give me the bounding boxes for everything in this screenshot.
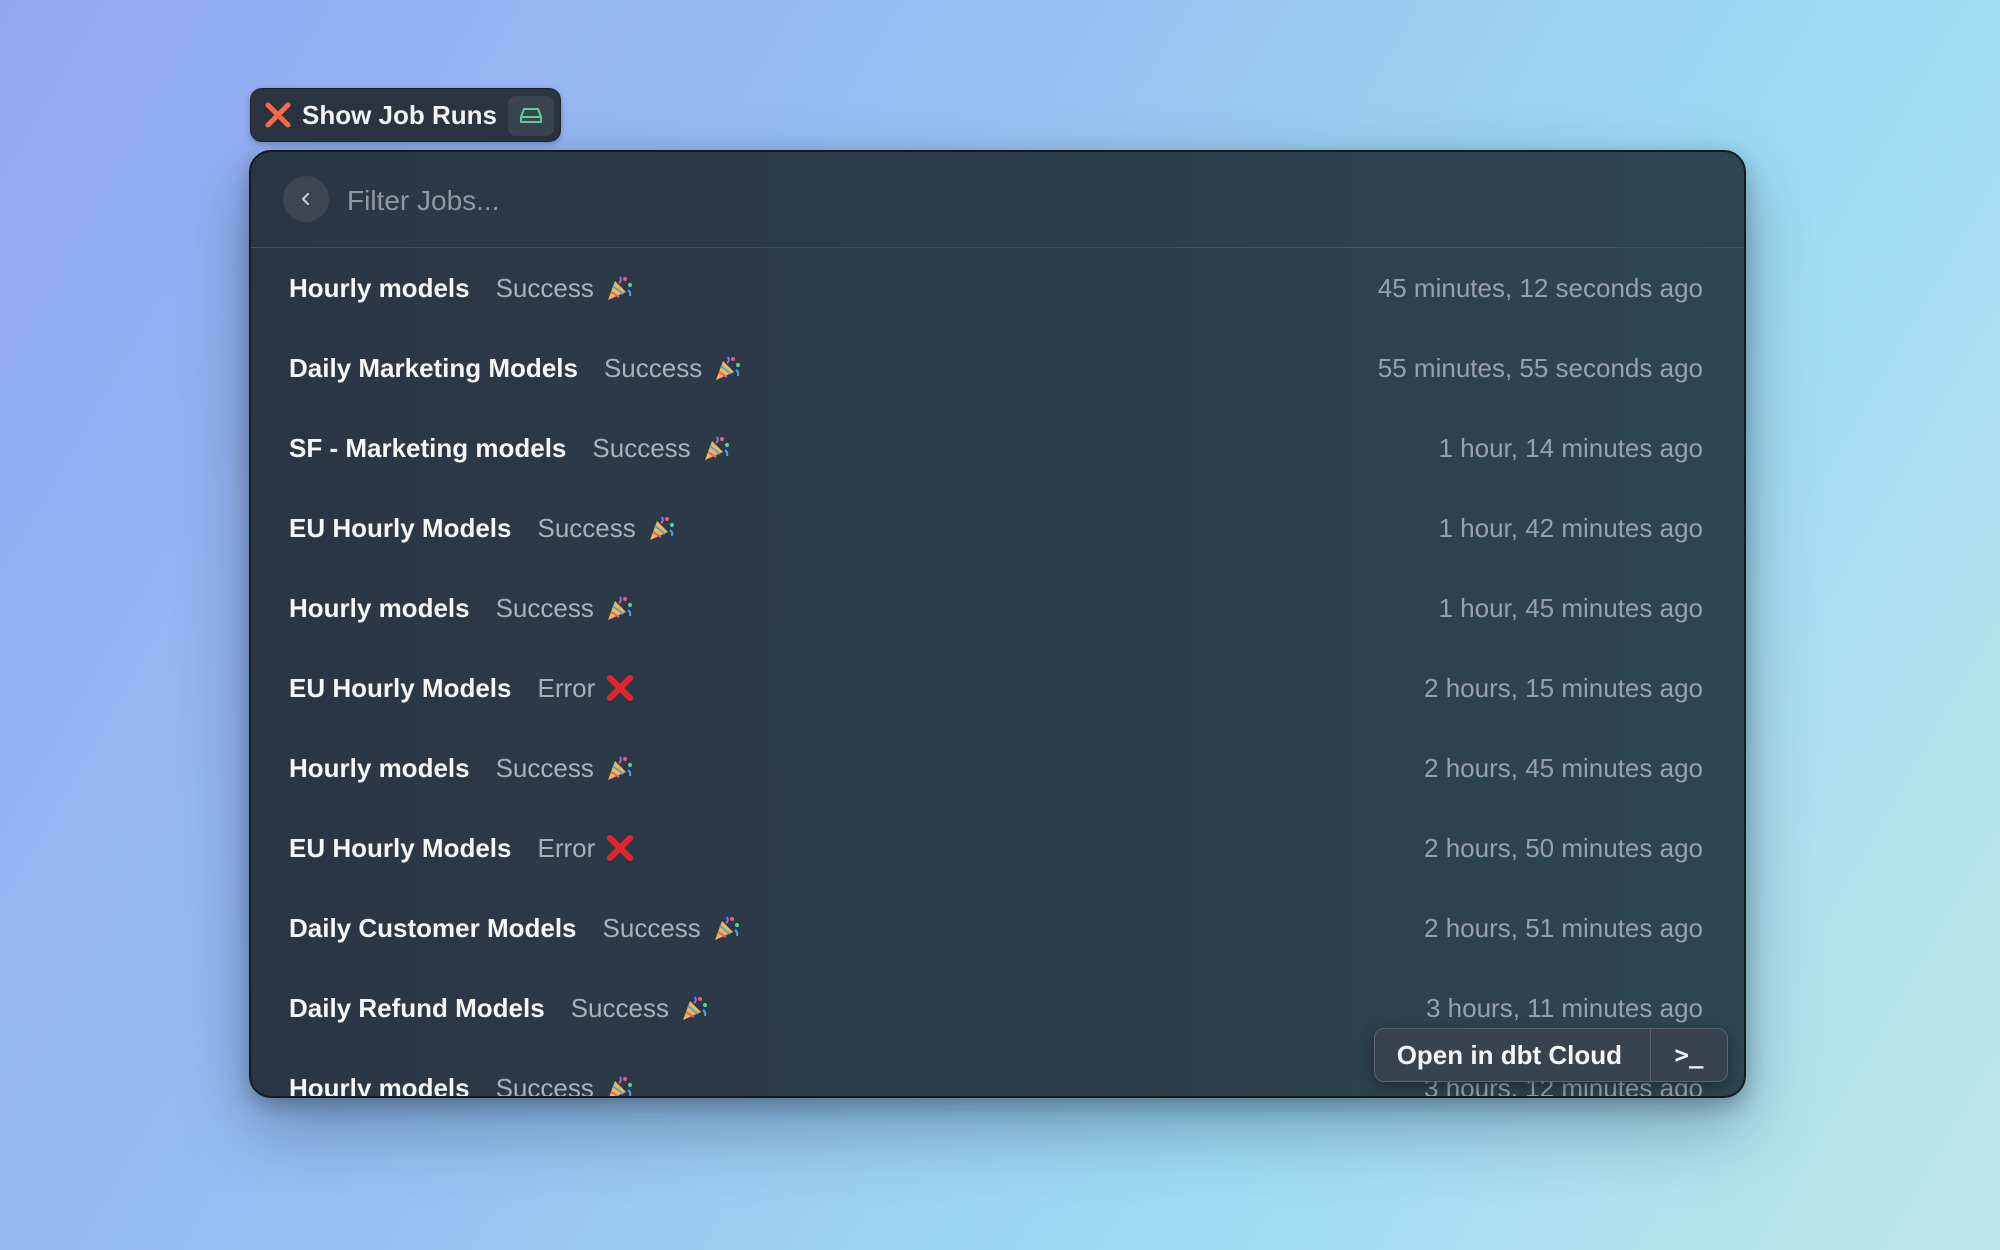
chevron-left-icon (302, 193, 309, 205)
run-time: 2 hours, 51 minutes ago (1424, 912, 1703, 943)
open-in-dbt-cloud-button[interactable]: Open in dbt Cloud (1375, 1029, 1650, 1081)
party-popper-icon (699, 431, 733, 465)
job-name: Daily Refund Models (289, 992, 545, 1023)
job-status: Success (495, 752, 594, 783)
party-popper-icon (709, 911, 743, 945)
red-x-icon (603, 831, 637, 865)
job-run-row[interactable]: EU Hourly Models Error 2 hours, 15 minutes… (251, 648, 1744, 728)
run-time: 55 minutes, 55 seconds ago (1377, 352, 1703, 383)
job-name: EU Hourly Models (289, 832, 512, 863)
job-status: Error (537, 832, 596, 863)
job-status: Success (495, 272, 594, 303)
terminal-icon[interactable]: >_ (1651, 1029, 1727, 1081)
job-name: Hourly models (289, 752, 470, 783)
party-popper-icon (602, 1071, 636, 1096)
job-status: Success (592, 432, 691, 463)
run-time: 1 hour, 42 minutes ago (1438, 512, 1703, 543)
job-status: Success (602, 912, 701, 943)
job-status: Success (495, 1072, 594, 1098)
action-bar: Open in dbt Cloud >_ (1373, 1028, 1728, 1082)
red-x-icon (603, 671, 637, 705)
job-name: Hourly models (289, 592, 470, 623)
job-status: Success (495, 592, 594, 623)
job-status: Success (570, 992, 669, 1023)
job-name: EU Hourly Models (289, 672, 512, 703)
job-runs-window: Hourly models Success 45 minutes, 12 secon… (249, 150, 1746, 1098)
job-name: SF - Marketing models (289, 432, 567, 463)
job-name: Hourly models (289, 1072, 470, 1098)
run-time: 2 hours, 15 minutes ago (1424, 672, 1703, 703)
search-bar (251, 152, 1744, 248)
search-input[interactable] (345, 172, 1649, 230)
job-run-row[interactable]: EU Hourly Models Success 1 hour, 42 minute… (251, 488, 1744, 568)
party-popper-icon (602, 591, 636, 625)
job-run-row[interactable]: SF - Marketing models Success 1 hour, 14 m… (251, 408, 1744, 488)
job-name: Daily Marketing Models (289, 352, 578, 383)
drive-icon (508, 96, 554, 136)
job-name: Hourly models (289, 272, 470, 303)
party-popper-icon (677, 991, 711, 1025)
run-time: 1 hour, 14 minutes ago (1438, 432, 1703, 463)
command-tab[interactable]: Show Job Runs (250, 88, 561, 142)
party-popper-icon (710, 351, 744, 385)
job-status: Success (603, 352, 703, 383)
job-run-row[interactable]: EU Hourly Models Error 2 hours, 50 minutes… (251, 808, 1744, 888)
command-title: Show Job Runs (302, 99, 497, 130)
run-time: 45 minutes, 12 seconds ago (1377, 272, 1703, 303)
job-run-row[interactable]: Hourly models Success 1 hour, 45 minutes a… (251, 568, 1744, 648)
party-popper-icon (602, 271, 636, 305)
run-time: 1 hour, 45 minutes ago (1438, 592, 1703, 623)
job-run-row[interactable]: Hourly models Success 2 hours, 45 minutes … (251, 728, 1744, 808)
back-button[interactable] (283, 176, 329, 222)
run-time: 2 hours, 50 minutes ago (1424, 832, 1703, 863)
job-name: EU Hourly Models (289, 512, 512, 543)
job-status: Error (537, 672, 596, 703)
run-time: 2 hours, 45 minutes ago (1424, 752, 1703, 783)
job-run-row[interactable]: Hourly models Success 45 minutes, 12 secon… (251, 248, 1744, 328)
party-popper-icon (602, 751, 636, 785)
job-status: Success (537, 512, 636, 543)
job-run-row[interactable]: Daily Marketing Models Success 55 minutes,… (251, 328, 1744, 408)
job-name: Daily Customer Models (289, 912, 577, 943)
job-run-row[interactable]: Daily Customer Models Success 2 hours, 51 … (251, 888, 1744, 968)
party-popper-icon (644, 511, 678, 545)
run-time: 3 hours, 11 minutes ago (1425, 992, 1703, 1023)
dbt-logo-icon (265, 102, 291, 128)
